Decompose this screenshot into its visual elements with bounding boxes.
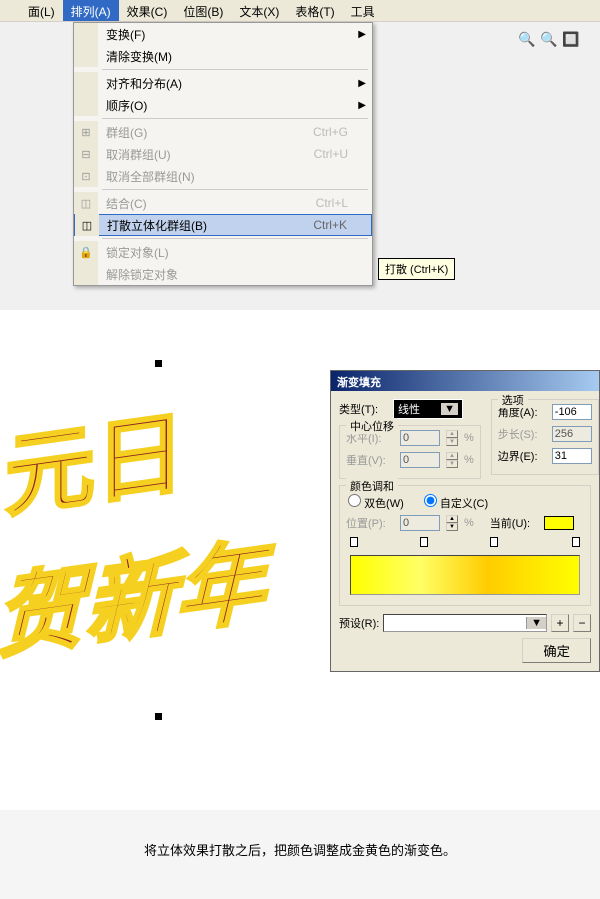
- custom-radio[interactable]: 自定义(C): [424, 494, 488, 511]
- step-label: 步长(S):: [498, 426, 546, 442]
- gradient-fill-dialog: 渐变填充 类型(T): 线性 ▼ 中心位移 水平(I):: [330, 370, 600, 672]
- selection-handle[interactable]: [155, 360, 162, 367]
- menu-ungroup-all: ⊡ 取消全部群组(N): [74, 165, 372, 187]
- text-artwork: 元日 贺新年: [0, 350, 330, 750]
- edge-label: 边界(E):: [498, 448, 546, 464]
- gradient-stop[interactable]: [350, 537, 358, 547]
- offset-group: 中心位移 水平(I): ▲▼ % 垂直(V): ▲▼ %: [339, 425, 481, 479]
- vanish-label: 灭点: [520, 90, 544, 107]
- menu-arrange[interactable]: 排列(A): [63, 0, 119, 21]
- submenu-arrow-icon: ▶: [358, 29, 366, 40]
- type-select[interactable]: 线性 ▼: [393, 399, 463, 419]
- lock-icon: 🔒: [74, 241, 98, 263]
- tutorial-caption: 将立体效果打散之后，把颜色调整成金黄色的渐变色。: [0, 810, 600, 899]
- options-group: 选项 角度(A): 步长(S): 边界(E):: [491, 399, 599, 475]
- menu-order[interactable]: 顺序(O) ▶: [74, 94, 372, 116]
- bottom-section: 元日 贺新年 渐变填充 类型(T): 线性 ▼ 中: [0, 330, 600, 810]
- combine-icon: ◫: [74, 192, 98, 214]
- arrange-dropdown: 变换(F) ▶ 清除变换(M) 对齐和分布(A) ▶ 顺序(O) ▶ ⊞ 群组(…: [73, 22, 373, 286]
- horiz-input: [400, 430, 440, 446]
- menu-separator: [102, 238, 368, 239]
- dropdown-arrow-icon: ▼: [526, 617, 546, 629]
- gradient-stop[interactable]: [420, 537, 428, 547]
- submenu-arrow-icon: ▶: [358, 100, 366, 111]
- preset-label: 预设(R):: [339, 615, 379, 631]
- horiz-spinner: ▲▼: [446, 430, 458, 446]
- zoom-out-icon[interactable]: 🔍: [540, 30, 558, 48]
- preset-add-button[interactable]: +: [551, 614, 569, 632]
- blend-group: 颜色调和 双色(W) 自定义(C) 位置(P): ▲▼ % 当前(U):: [339, 485, 591, 606]
- vanish-point-control: 灭点: [520, 90, 570, 107]
- vert-spinner: ▲▼: [446, 452, 458, 468]
- menu-text[interactable]: 文本(X): [231, 0, 287, 21]
- menu-group: ⊞ 群组(G) Ctrl+G: [74, 121, 372, 143]
- dialog-title: 渐变填充: [331, 371, 599, 391]
- menu-break-apart[interactable]: ◫ 打散立体化群组(B) Ctrl+K: [74, 214, 372, 236]
- vert-label: 垂直(V):: [346, 452, 394, 468]
- submenu-arrow-icon: ▶: [358, 78, 366, 89]
- step-input: [552, 426, 592, 442]
- angle-input[interactable]: [552, 404, 592, 420]
- preset-select[interactable]: ▼: [383, 614, 547, 632]
- menu-combine: ◫ 结合(C) Ctrl+L: [74, 192, 372, 214]
- position-label: 位置(P):: [346, 515, 394, 531]
- type-label: 类型(T):: [339, 401, 387, 417]
- menu-effects[interactable]: 效果(C): [119, 0, 176, 21]
- ruler-mark: 4350: [20, 123, 40, 141]
- menu-clear-transform[interactable]: 清除变换(M): [74, 45, 372, 67]
- position-spinner: ▲▼: [446, 515, 458, 531]
- group-icon: ⊞: [74, 121, 98, 143]
- current-label: 当前(U):: [490, 515, 538, 531]
- zoom-fit-icon[interactable]: 🔲: [562, 30, 580, 48]
- menu-unlock: 解除锁定对象: [74, 263, 372, 285]
- position-input: [400, 515, 440, 531]
- menu-separator: [102, 118, 368, 119]
- current-color-swatch[interactable]: [544, 516, 574, 530]
- zoom-in-icon[interactable]: 🔍: [518, 30, 536, 48]
- menu-align-distribute[interactable]: 对齐和分布(A) ▶: [74, 72, 372, 94]
- gradient-stop[interactable]: [572, 537, 580, 547]
- menu-separator: [102, 189, 368, 190]
- preset-remove-button[interactable]: −: [573, 614, 591, 632]
- menubar: 面(L) 排列(A) 效果(C) 位图(B) 文本(X) 表格(T) 工具: [0, 0, 600, 22]
- zoom-toolbar: 🔍 🔍 🔲: [518, 30, 580, 48]
- menu-tools[interactable]: 工具: [343, 0, 383, 21]
- menu-ungroup: ⊟ 取消群组(U) Ctrl+U: [74, 143, 372, 165]
- vanish-select[interactable]: [548, 91, 570, 107]
- dropdown-arrow-icon: ▼: [441, 403, 458, 415]
- gradient-preview: [350, 555, 580, 595]
- ungroup-icon: ⊟: [74, 143, 98, 165]
- edge-input[interactable]: [552, 448, 592, 464]
- vert-input: [400, 452, 440, 468]
- menu-transform[interactable]: 变换(F) ▶: [74, 23, 372, 45]
- menu-page[interactable]: 面(L): [20, 0, 63, 21]
- break-apart-tooltip: 打散 (Ctrl+K): [378, 258, 455, 280]
- menu-lock: 🔒 锁定对象(L): [74, 241, 372, 263]
- menu-separator: [102, 69, 368, 70]
- gradient-slider[interactable]: [350, 537, 580, 549]
- menu-table[interactable]: 表格(T): [287, 0, 342, 21]
- ruler-mark: 4700: [420, 123, 440, 141]
- svg-text:元日: 元日: [5, 403, 185, 529]
- two-color-radio[interactable]: 双色(W): [348, 494, 404, 511]
- gradient-stop[interactable]: [490, 537, 498, 547]
- selection-handle[interactable]: [155, 713, 162, 720]
- ok-button[interactable]: 确定: [522, 638, 591, 663]
- menu-bitmap[interactable]: 位图(B): [175, 0, 231, 21]
- top-section: 4350 4700 面(L) 排列(A) 效果(C) 位图(B) 文本(X) 表…: [0, 0, 600, 310]
- break-apart-icon: ◫: [75, 214, 99, 236]
- ungroup-all-icon: ⊡: [74, 165, 98, 187]
- svg-text:贺新年: 贺新年: [0, 530, 275, 670]
